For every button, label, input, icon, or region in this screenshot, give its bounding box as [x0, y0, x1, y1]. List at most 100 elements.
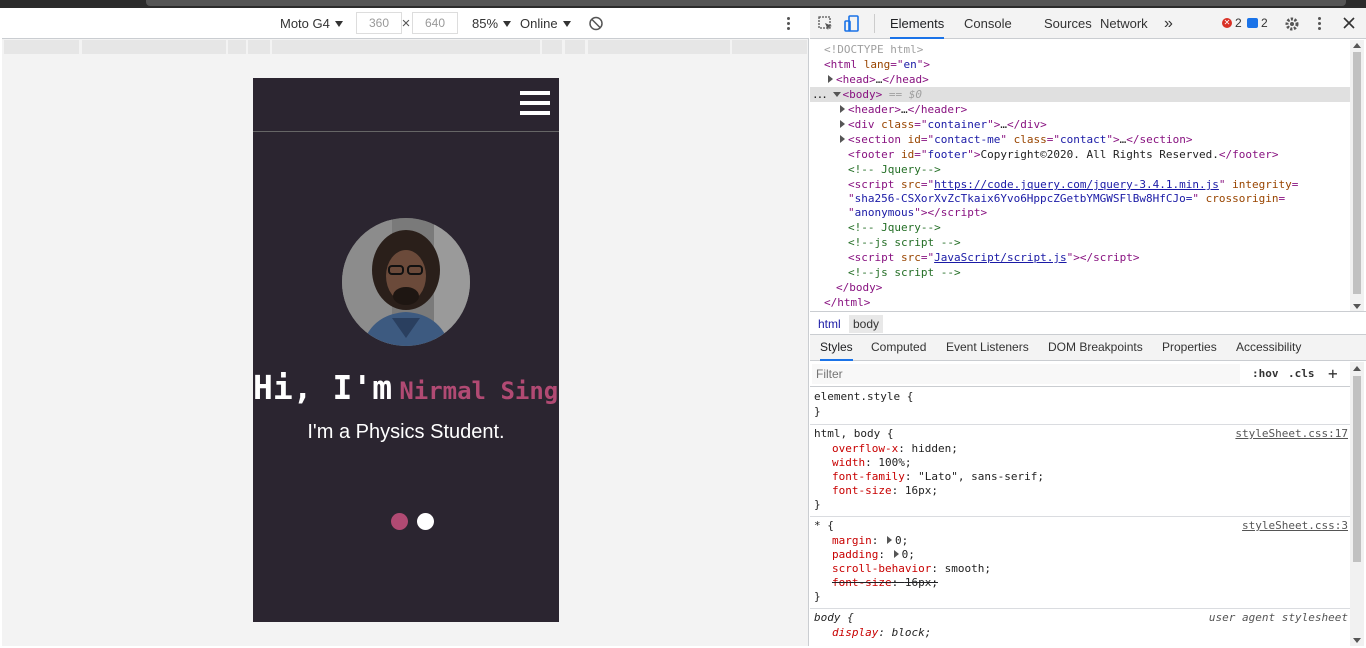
zoom-select[interactable]: 85% — [472, 8, 512, 39]
html-node[interactable]: <html lang="en"> — [824, 57, 930, 72]
filter-input[interactable] — [812, 364, 1240, 384]
device-toolbar: Moto G4 360 × 640 85% Online — [2, 8, 809, 39]
more-options-icon[interactable] — [784, 16, 794, 32]
window-top-edge — [0, 0, 1366, 8]
tab-event-listeners[interactable]: Event Listeners — [946, 335, 1029, 361]
error-count[interactable]: 2 — [1235, 8, 1242, 39]
tab-network[interactable]: Network — [1100, 8, 1148, 39]
stylesheet-link[interactable]: styleSheet.css:3 — [1242, 519, 1348, 533]
tab-computed[interactable]: Computed — [871, 335, 926, 361]
css-declaration[interactable]: padding: 0; — [832, 548, 915, 562]
message-icon[interactable] — [1247, 18, 1258, 28]
devtools-tabbar: Elements Console Sources Network » ✕ 2 2 — [810, 8, 1366, 39]
devtools-menu-icon[interactable] — [1317, 16, 1323, 32]
tab-dom-breakpoints[interactable]: DOM Breakpoints — [1048, 335, 1143, 361]
body-node[interactable]: ... <body> == $0 — [812, 87, 922, 102]
expand-triangle-icon — [828, 75, 833, 83]
throttle-value: Online — [520, 16, 558, 31]
width-input[interactable]: 360 — [356, 12, 402, 34]
collapse-triangle-icon — [832, 92, 841, 97]
comment-node[interactable]: <!-- Jquery--> — [848, 220, 941, 235]
comment-node[interactable]: <!--js script --> — [848, 235, 961, 250]
js-script-node[interactable]: <script src="JavaScript/script.js"></scr… — [848, 250, 1139, 265]
html-close-tag[interactable]: </html> — [824, 295, 870, 310]
css-declaration[interactable]: font-size: 16px; — [832, 484, 938, 498]
hover-state-toggle[interactable]: :hov — [1252, 367, 1279, 380]
dom-tree-scrollbar[interactable] — [1350, 40, 1364, 312]
zoom-value: 85% — [472, 16, 499, 31]
header-node[interactable]: <header>…</header> — [840, 102, 967, 117]
jquery-script-node[interactable]: <script src="https://code.jquery.com/jqu… — [848, 177, 1298, 192]
body-close-tag[interactable]: </body> — [836, 280, 882, 295]
class-toggle[interactable]: .cls — [1288, 367, 1315, 380]
sidebar-tabs: Styles Computed Event Listeners DOM Brea… — [810, 335, 1366, 361]
error-icon[interactable]: ✕ — [1222, 18, 1232, 28]
overridden-declaration[interactable]: font-size: 16px; — [832, 576, 938, 590]
element-style-rule[interactable]: element.style { } — [810, 388, 1350, 425]
breadcrumb-body[interactable]: body — [849, 315, 884, 333]
tab-sources[interactable]: Sources — [1044, 8, 1092, 39]
rotate-icon[interactable] — [588, 8, 604, 39]
crossorigin-line: "anonymous"></script> — [848, 206, 988, 219]
emulated-page: Hi, I'm Nirmal Singh I'm a Physics Stude… — [253, 78, 559, 622]
section-node[interactable]: <section id="contact-me" class="contact"… — [840, 132, 1192, 147]
container-div-node[interactable]: <div class="container">…</div> — [840, 117, 1047, 132]
css-declaration[interactable]: margin: 0; — [832, 534, 908, 548]
new-rule-button[interactable]: + — [1328, 364, 1338, 383]
rule-selector: * { — [814, 519, 834, 532]
hero-subtitle: I'm a Physics Student. — [307, 421, 505, 443]
head-node[interactable]: <head>…</head> — [828, 72, 929, 87]
tab-styles[interactable]: Styles — [820, 335, 853, 361]
settings-gear-icon[interactable] — [1284, 16, 1300, 32]
breadcrumb: html body — [810, 311, 1366, 335]
universal-rule[interactable]: * { styleSheet.css:3 margin: 0; padding:… — [810, 517, 1350, 609]
tab-elements[interactable]: Elements — [890, 8, 945, 39]
theme-dot-accent[interactable] — [391, 513, 408, 530]
chevron-down-icon — [334, 21, 343, 27]
styles-filter-row: :hov .cls + — [810, 362, 1350, 387]
profile-photo — [342, 218, 470, 346]
device-name: Moto G4 — [280, 16, 330, 31]
expand-triangle-icon — [893, 550, 899, 558]
browser-window: Moto G4 360 × 640 85% Online Hi, I'm Nir… — [0, 0, 1366, 648]
tab-properties[interactable]: Properties — [1162, 335, 1217, 361]
site-header — [253, 78, 559, 132]
inspect-element-icon[interactable] — [818, 16, 834, 32]
breadcrumb-html[interactable]: html — [814, 315, 845, 333]
footer-node[interactable]: <footer id="footer">Copyright©2020. All … — [848, 147, 1279, 162]
html-body-rule[interactable]: html, body { styleSheet.css:17 overflow-… — [810, 425, 1350, 517]
rule-selector: element.style { — [814, 390, 914, 403]
device-select[interactable]: Moto G4 — [280, 8, 343, 39]
tab-accessibility[interactable]: Accessibility — [1236, 335, 1301, 361]
css-declaration[interactable]: font-family: "Lato", sans-serif; — [832, 470, 1044, 484]
doctype-line[interactable]: <!DOCTYPE html> — [824, 42, 923, 57]
chevron-down-icon — [503, 21, 512, 27]
user-agent-body-rule[interactable]: body { user agent stylesheet display: bl… — [810, 609, 1350, 646]
media-query-bar[interactable] — [2, 40, 809, 54]
hero-heading: Hi, I'm Nirmal Singh — [253, 368, 559, 407]
rule-selector: html, body { — [814, 427, 894, 440]
chevron-down-icon — [562, 21, 571, 27]
css-declaration[interactable]: width: 100%; — [832, 456, 912, 470]
theme-dot-white[interactable] — [417, 513, 434, 530]
more-tabs-button[interactable]: » — [1164, 8, 1173, 39]
integrity-line: "sha256-CSXorXvZcTkaix6Yvo6HppcZGetbYMGW… — [848, 192, 1286, 205]
close-icon[interactable] — [1342, 16, 1356, 30]
styles-scrollbar[interactable] — [1350, 362, 1364, 646]
user-agent-label: user agent stylesheet — [1208, 611, 1348, 624]
dom-tree: <!DOCTYPE html> <html lang="en"> <head>…… — [810, 40, 1350, 312]
jquery-src-link: https://code.jquery.com/jquery-3.4.1.min… — [934, 178, 1219, 191]
comment-node[interactable]: <!--js script --> — [848, 265, 961, 280]
dimension-separator: × — [401, 15, 411, 32]
tab-console[interactable]: Console — [964, 8, 1012, 39]
styles-pane: element.style { } html, body { styleShee… — [810, 388, 1350, 646]
css-declaration[interactable]: overflow-x: hidden; — [832, 442, 958, 456]
height-input[interactable]: 640 — [412, 12, 458, 34]
throttle-select[interactable]: Online — [520, 8, 571, 39]
stylesheet-link[interactable]: styleSheet.css:17 — [1235, 427, 1348, 441]
comment-node[interactable]: <!-- Jquery--> — [848, 162, 941, 177]
css-declaration[interactable]: scroll-behavior: smooth; — [832, 562, 991, 576]
device-toggle-icon[interactable] — [844, 15, 860, 33]
message-count[interactable]: 2 — [1261, 8, 1268, 39]
js-src-link: JavaScript/script.js — [934, 251, 1067, 264]
